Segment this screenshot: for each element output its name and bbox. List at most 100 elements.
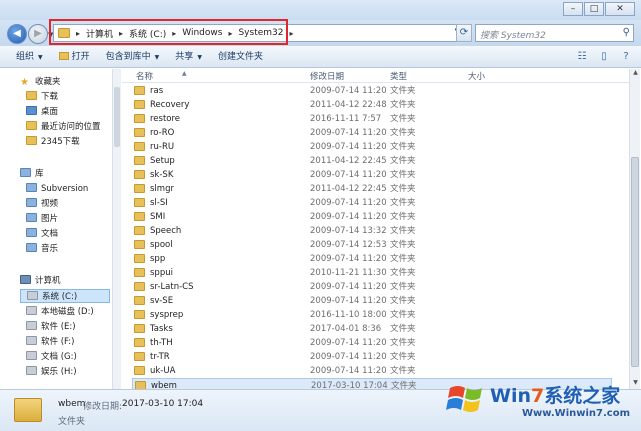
downloads-folder-icon [26, 91, 37, 100]
nav-downloads[interactable]: 下载 [26, 90, 58, 104]
refresh-button[interactable]: ⟳ [456, 24, 472, 42]
view-options-icon[interactable]: ☷ [575, 50, 589, 64]
nav-drive-d-label: 本地磁盘 (D:) [41, 307, 94, 317]
nav-videos[interactable]: 视频 [26, 197, 58, 211]
file-name: restore [150, 114, 181, 124]
file-row[interactable]: sv-SE 2009-07-14 11:20 文件夹 [132, 294, 612, 308]
file-row[interactable]: Recovery 2011-04-12 22:48 文件夹 [132, 98, 612, 112]
search-input[interactable]: 搜索 System32 ⚲ [475, 24, 634, 42]
file-row[interactable]: Setup 2011-04-12 22:45 文件夹 [132, 154, 612, 168]
folder-icon [134, 114, 145, 123]
file-date: 2009-07-14 11:20 [310, 352, 387, 362]
folder-icon [134, 170, 145, 179]
desktop-icon [26, 106, 37, 115]
file-type: 文件夹 [390, 198, 416, 208]
folder-icon [134, 142, 145, 151]
nav-drive-g-label: 文档 (G:) [41, 352, 77, 362]
new-folder-button[interactable]: 创建文件夹 [210, 46, 271, 68]
preview-pane-icon[interactable]: ▯ [597, 50, 611, 64]
column-size[interactable]: 大小 [468, 70, 485, 82]
maximize-button[interactable]: □ [584, 2, 604, 16]
chevron-right-icon[interactable]: ▸ [289, 29, 293, 38]
file-scrollbar[interactable]: ▲ ▼ [629, 69, 640, 389]
minimize-button[interactable]: – [563, 2, 583, 16]
title-bar: – □ ✕ [0, 0, 641, 20]
column-name[interactable]: 名称 [136, 70, 153, 82]
nav-drive-e[interactable]: 软件 (E:) [26, 320, 76, 334]
nav-music[interactable]: 音乐 [26, 242, 58, 256]
file-row[interactable]: sysprep 2016-11-10 18:00 文件夹 [132, 308, 612, 322]
file-row[interactable]: ro-RO 2009-07-14 11:20 文件夹 [132, 126, 612, 140]
file-row[interactable]: th-TH 2009-07-14 11:20 文件夹 [132, 336, 612, 350]
file-name: ras [150, 86, 164, 96]
music-icon [26, 243, 37, 252]
file-row[interactable]: uk-UA 2009-07-14 11:20 文件夹 [132, 364, 612, 378]
nav-drive-c[interactable]: 系统 (C:) [20, 289, 111, 303]
close-button[interactable]: ✕ [605, 2, 635, 16]
file-row[interactable]: sk-SK 2009-07-14 11:20 文件夹 [132, 168, 612, 182]
nav-drive-c-label: 系统 (C:) [42, 292, 78, 302]
drive-icon [26, 306, 37, 315]
file-row[interactable]: tr-TR 2009-07-14 11:20 文件夹 [132, 350, 612, 364]
scroll-down-arrow[interactable]: ▼ [631, 379, 640, 389]
file-row[interactable]: SMI 2009-07-14 11:20 文件夹 [132, 210, 612, 224]
nav-favorites[interactable]: ★ 收藏夹 [20, 75, 61, 89]
include-library-button[interactable]: 包含到库中 ▼ [98, 46, 168, 68]
file-type: 文件夹 [390, 296, 416, 306]
nav-favorites-label: 收藏夹 [35, 77, 61, 87]
folder-icon [134, 254, 145, 263]
nav-pictures[interactable]: 图片 [26, 212, 58, 226]
file-name: spool [150, 240, 173, 250]
windows-logo-icon [446, 386, 482, 412]
watermark-brand: Win7系统之家 [490, 381, 620, 408]
nav-desktop[interactable]: 桌面 [26, 105, 58, 119]
file-row[interactable]: sl-SI 2009-07-14 11:20 文件夹 [132, 196, 612, 210]
file-row[interactable]: ras 2009-07-14 11:20 文件夹 [132, 84, 612, 98]
nav-recent[interactable]: 最近访问的位置 [26, 120, 101, 134]
file-type: 文件夹 [390, 240, 416, 250]
nav-drive-f[interactable]: 软件 (F:) [26, 335, 74, 349]
nav-scrollbar[interactable] [112, 69, 121, 389]
nav-documents[interactable]: 文档 [26, 227, 58, 241]
file-row[interactable]: Tasks 2017-04-01 8:36 文件夹 [132, 322, 612, 336]
file-row[interactable]: restore 2016-11-11 7:57 文件夹 [132, 112, 612, 126]
star-icon: ★ [20, 77, 29, 88]
open-button[interactable]: 打开 [51, 46, 98, 68]
column-date[interactable]: 修改日期 [310, 70, 344, 82]
help-icon[interactable]: ? [619, 50, 633, 64]
scroll-up-arrow[interactable]: ▲ [631, 69, 640, 79]
drive-icon [26, 336, 37, 345]
file-row[interactable]: sppui 2010-11-21 11:30 文件夹 [132, 266, 612, 280]
file-scroll-thumb[interactable] [631, 157, 639, 367]
watermark-url: Www.Winwin7.com [522, 408, 631, 419]
nav-drive-h[interactable]: 娱乐 (H:) [26, 365, 77, 379]
document-icon [26, 228, 37, 237]
search-icon[interactable]: ⚲ [623, 27, 630, 38]
column-type[interactable]: 类型 [390, 70, 407, 82]
share-label: 共享 [175, 51, 194, 62]
share-button[interactable]: 共享 ▼ [167, 46, 210, 68]
back-button[interactable]: ◀ [7, 24, 27, 44]
window-controls: – □ ✕ [563, 2, 635, 16]
file-name: ro-RO [150, 128, 175, 138]
organize-button[interactable]: 组织 ▼ [0, 46, 51, 68]
file-name: sk-SK [150, 170, 174, 180]
nav-computer[interactable]: 计算机 [20, 274, 61, 288]
file-row[interactable]: sr-Latn-CS 2009-07-14 11:20 文件夹 [132, 280, 612, 294]
file-row[interactable]: spp 2009-07-14 11:20 文件夹 [132, 252, 612, 266]
drive-icon [26, 351, 37, 360]
file-type: 文件夹 [390, 170, 416, 180]
nav-drive-d[interactable]: 本地磁盘 (D:) [26, 305, 94, 319]
video-icon [26, 198, 37, 207]
nav-libraries[interactable]: 库 [20, 167, 44, 181]
nav-2345-downloads[interactable]: 2345下载 [26, 135, 80, 149]
file-row[interactable]: Speech 2009-07-14 13:32 文件夹 [132, 224, 612, 238]
nav-subversion[interactable]: Subversion [26, 182, 88, 196]
address-highlight-box [49, 19, 288, 45]
forward-button[interactable]: ▶ [28, 24, 48, 44]
nav-drive-g[interactable]: 文档 (G:) [26, 350, 77, 364]
file-row[interactable]: ru-RU 2009-07-14 11:20 文件夹 [132, 140, 612, 154]
file-row[interactable]: slmgr 2011-04-12 22:45 文件夹 [132, 182, 612, 196]
nav-scroll-thumb[interactable] [114, 87, 120, 147]
file-row[interactable]: spool 2009-07-14 12:53 文件夹 [132, 238, 612, 252]
